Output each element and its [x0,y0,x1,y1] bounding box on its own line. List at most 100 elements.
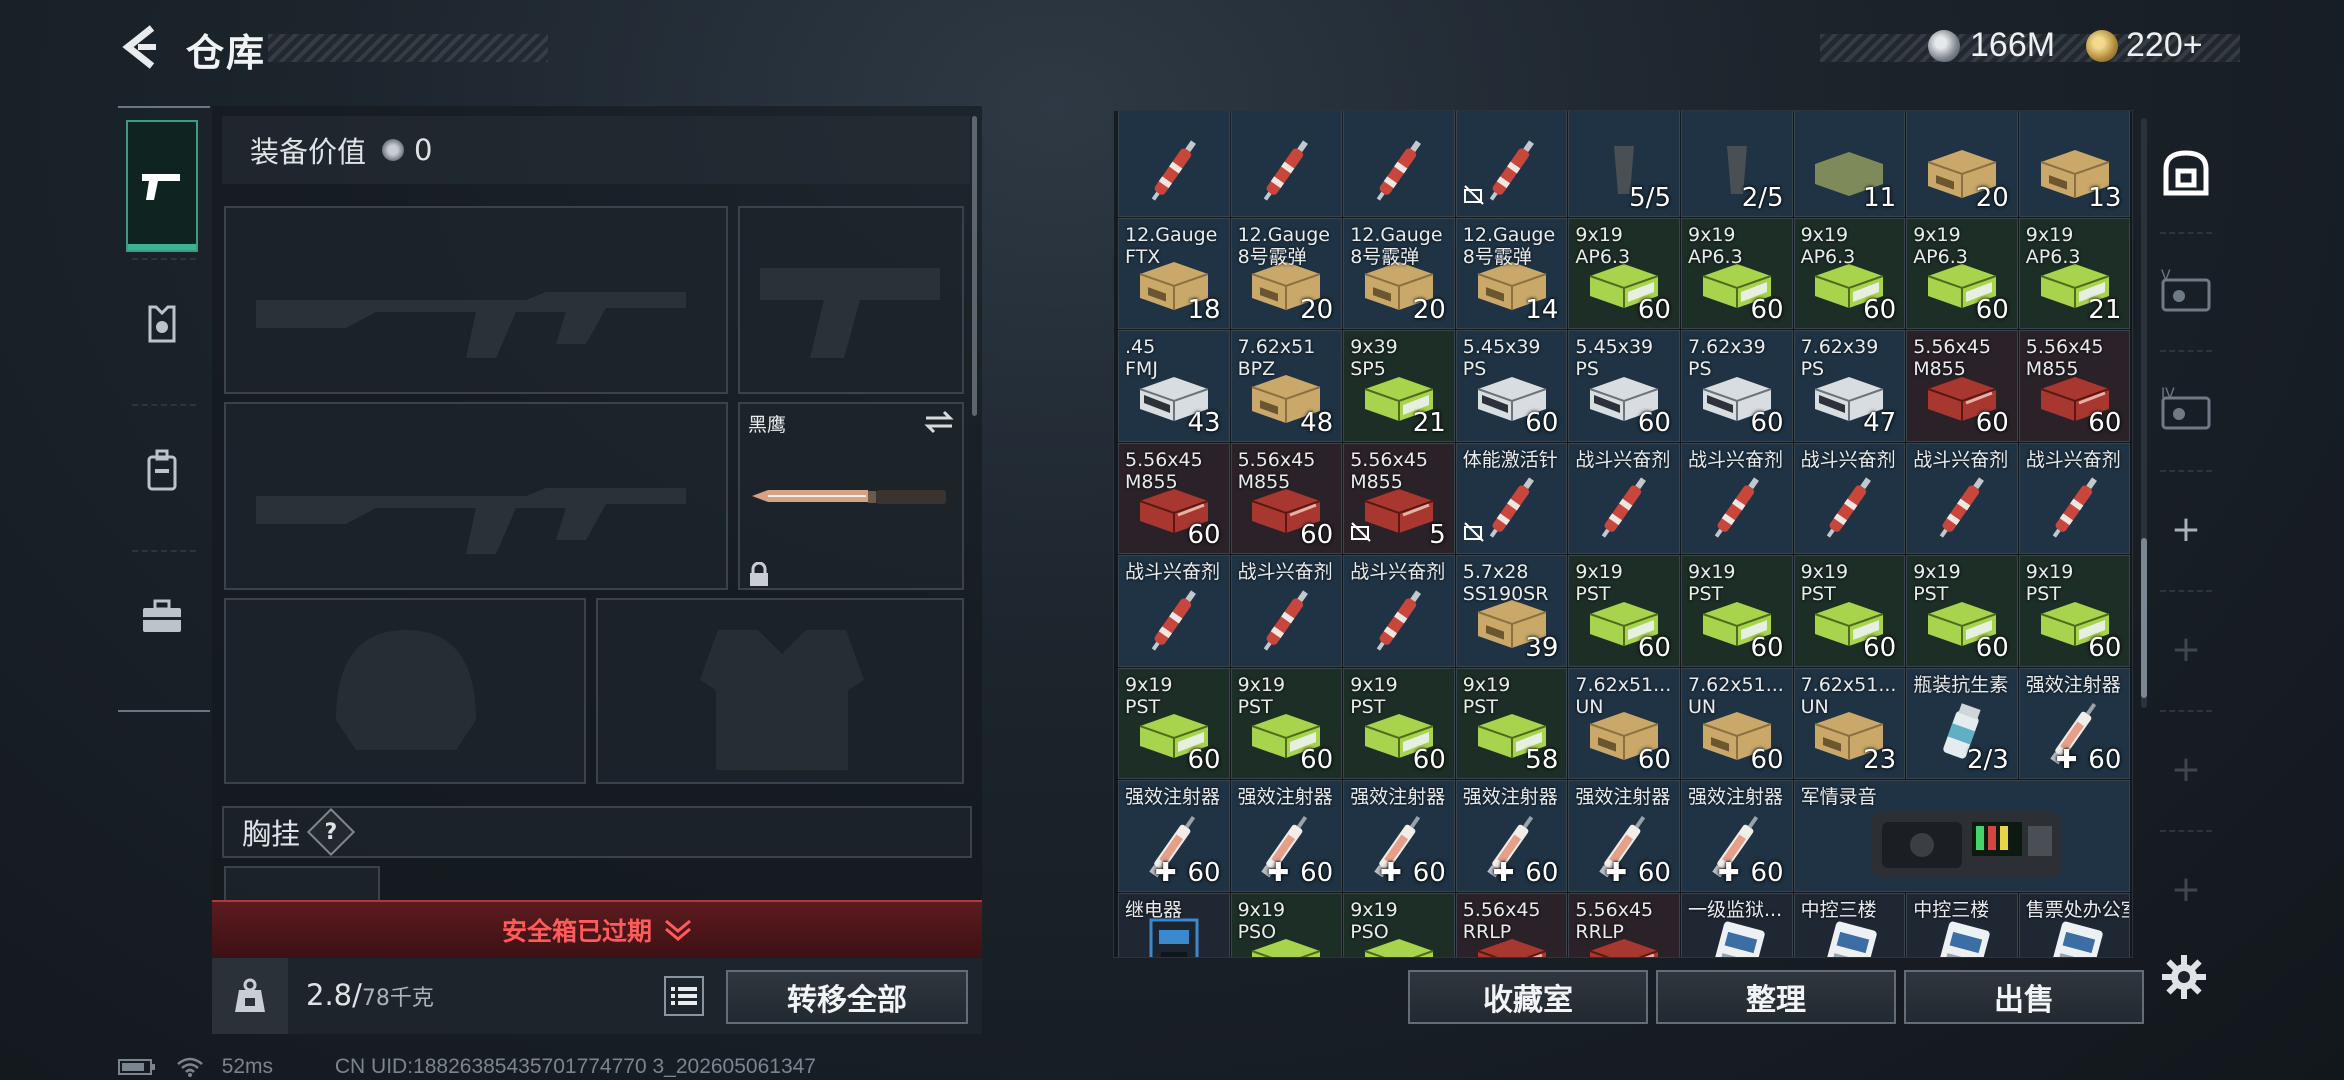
stash-item[interactable]: 5.7x28 SS190SR 39 [1455,555,1568,667]
stash-item[interactable]: 5.56x45 M855 60 [2018,330,2131,442]
stash-item[interactable]: .45 FMJ 43 [1118,330,1230,442]
chest-rig-header[interactable]: 胸挂 ? [222,806,972,858]
stash-item[interactable]: 一级监狱... [1681,892,1793,957]
stash-item[interactable]: 12.Gauge 8号霰弹 20 [1230,217,1343,329]
weight-lock-button[interactable] [212,958,288,1034]
stash-item[interactable]: 7.62x51... UN 60 [1681,667,1793,779]
stash-item[interactable]: 9x19 AP6.3 60 [1906,217,2018,329]
settings-button[interactable] [2161,954,2207,1004]
stash-item[interactable]: 战斗兴奋剂 [1793,442,1906,554]
stash-item[interactable] [1455,111,1568,217]
help-icon[interactable]: ? [306,807,356,857]
stash-item[interactable]: 强效注射器 60 ✚ [1230,780,1343,892]
stash-item[interactable]: 9x39 SP5 21 [1343,330,1455,442]
tab-armor[interactable] [126,258,198,390]
stash-item[interactable]: 战斗兴奋剂 [1118,555,1230,667]
stash-item[interactable]: 战斗兴奋剂 [1230,555,1343,667]
stash-item[interactable]: 11 [1793,111,1906,217]
stash-item[interactable]: 7.62x51... UN 60 [1568,667,1680,779]
stash-item[interactable]: 9x19 AP6.3 60 [1681,217,1793,329]
stash-item[interactable]: 强效注射器 60 ✚ [2018,667,2131,779]
sort-button[interactable]: 整理 [1656,970,1896,1024]
stash-item[interactable]: 战斗兴奋剂 [1568,442,1680,554]
stash-item[interactable]: 9x19 PST 60 [1681,555,1793,667]
stash-item[interactable]: 9x19 PST 60 [1793,555,1906,667]
stash-item[interactable]: 13 [2018,111,2131,217]
stash-item[interactable]: 7.62x51 BPZ 48 [1230,330,1343,442]
equipment-scrollbar[interactable] [972,116,977,416]
stash-item[interactable]: 继电器 [1118,892,1230,957]
stash-item[interactable]: 强效注射器 60 ✚ [1343,780,1455,892]
stash-item[interactable]: 9x19 PSO26 [1343,892,1455,957]
list-view-button[interactable] [664,976,704,1016]
melee-slot[interactable]: 黑鹰 [738,402,964,590]
stash-item[interactable]: 瓶装抗生素 2/3 [1906,667,2018,779]
stash-item[interactable]: 售票处办公室 [2018,892,2131,957]
secondary-weapon-slot[interactable] [224,402,728,590]
stash-item[interactable]: 20 [1906,111,2018,217]
stash-item[interactable]: 军情录音 [1793,780,2131,892]
stash-item[interactable]: 9x19 PST 60 [2018,555,2131,667]
stash-item[interactable]: 5.56x45 M855 60 [1118,442,1230,554]
stash-item[interactable]: 强效注射器 60 ✚ [1681,780,1793,892]
stash-item[interactable]: 战斗兴奋剂 [1906,442,2018,554]
add-page-button[interactable]: + [2150,470,2222,588]
stash-item[interactable]: 12.Gauge 8号霰弹 14 [1455,217,1568,329]
stash-item[interactable]: 9x19 AP6.3 60 [1568,217,1680,329]
stash-item[interactable]: 5.56x45 RRLP60 [1455,892,1568,957]
stash-item[interactable]: 9x19 PST 60 [1568,555,1680,667]
stash-item[interactable]: 中控三楼 [1793,892,1906,957]
stash-item[interactable] [1230,111,1343,217]
stash-item[interactable]: 9x19 PST 58 [1455,667,1568,779]
stash-page-4-tab[interactable]: IV [2150,350,2222,468]
stash-item[interactable]: 9x19 AP6.3 21 [2018,217,2131,329]
stash-item[interactable]: 12.Gauge FTX 18 [1118,217,1230,329]
stash-item[interactable]: 5.56x45 M855 5 [1343,442,1455,554]
stash-page-1-tab[interactable] [2150,114,2222,232]
stash-item[interactable]: 强效注射器 60 ✚ [1568,780,1680,892]
stash-item[interactable]: 2/5 [1681,111,1793,217]
tab-safebox[interactable] [126,550,198,682]
stash-item[interactable]: 5.56x45 M855 60 [1906,330,2018,442]
tab-backpack[interactable] [126,404,198,536]
stash-scroll-thumb[interactable] [2141,538,2147,698]
stash-item[interactable]: 强效注射器 60 ✚ [1455,780,1568,892]
stash-item[interactable]: 5.45x39 PS 60 [1455,330,1568,442]
body-armor-slot[interactable] [596,598,964,784]
safe-box-expired-banner[interactable]: 安全箱已过期 [212,900,982,958]
stash-item[interactable]: 战斗兴奋剂 [1681,442,1793,554]
stash-item[interactable]: 中控三楼 [1906,892,2018,957]
stash-scrollbar[interactable] [2141,118,2147,708]
back-button[interactable] [118,22,168,72]
stash-item[interactable]: 体能激活针 [1455,442,1568,554]
stash-item[interactable]: 战斗兴奋剂 [2018,442,2131,554]
stash-item[interactable]: 5.56x45 RRLP52 [1568,892,1680,957]
stash-item[interactable]: 12.Gauge 8号霰弹 20 [1343,217,1455,329]
stash-item[interactable]: 5.45x39 PS 60 [1568,330,1680,442]
stash-item[interactable]: 7.62x39 PS 47 [1793,330,1906,442]
stash-item[interactable]: 战斗兴奋剂 [1343,555,1455,667]
stash-item[interactable]: 9x19 PST 60 [1343,667,1455,779]
pistol-slot[interactable] [738,206,964,394]
tab-weapons[interactable] [126,120,198,252]
gold-currency[interactable]: 220+ [2126,26,2203,65]
stash-page-5-tab[interactable]: V [2150,232,2222,350]
helmet-slot[interactable] [224,598,586,784]
collection-button[interactable]: 收藏室 [1408,970,1648,1024]
stash-item[interactable]: 强效注射器 60 ✚ [1118,780,1230,892]
stash-item[interactable]: 5/5 [1568,111,1680,217]
stash-item[interactable]: 5.56x45 M855 60 [1230,442,1343,554]
stash-item[interactable]: 7.62x39 PS 60 [1681,330,1793,442]
stash-item[interactable]: 9x19 AP6.3 60 [1793,217,1906,329]
stash-item[interactable] [1343,111,1455,217]
sell-button[interactable]: 出售 [1904,970,2144,1024]
stash-item[interactable]: 9x19 PST 60 [1230,667,1343,779]
stash-item[interactable] [1118,111,1230,217]
transfer-all-button[interactable]: 转移全部 [726,970,968,1024]
stash-item[interactable]: 7.62x51... UN 23 [1793,667,1906,779]
primary-weapon-slot[interactable] [224,206,728,394]
stash-item[interactable]: 9x19 PST 60 [1906,555,2018,667]
stash-item[interactable]: 9x19 PST 60 [1118,667,1230,779]
stash-item[interactable]: 9x19 PSO60 [1230,892,1343,957]
silver-currency[interactable]: 166M [1970,26,2055,65]
